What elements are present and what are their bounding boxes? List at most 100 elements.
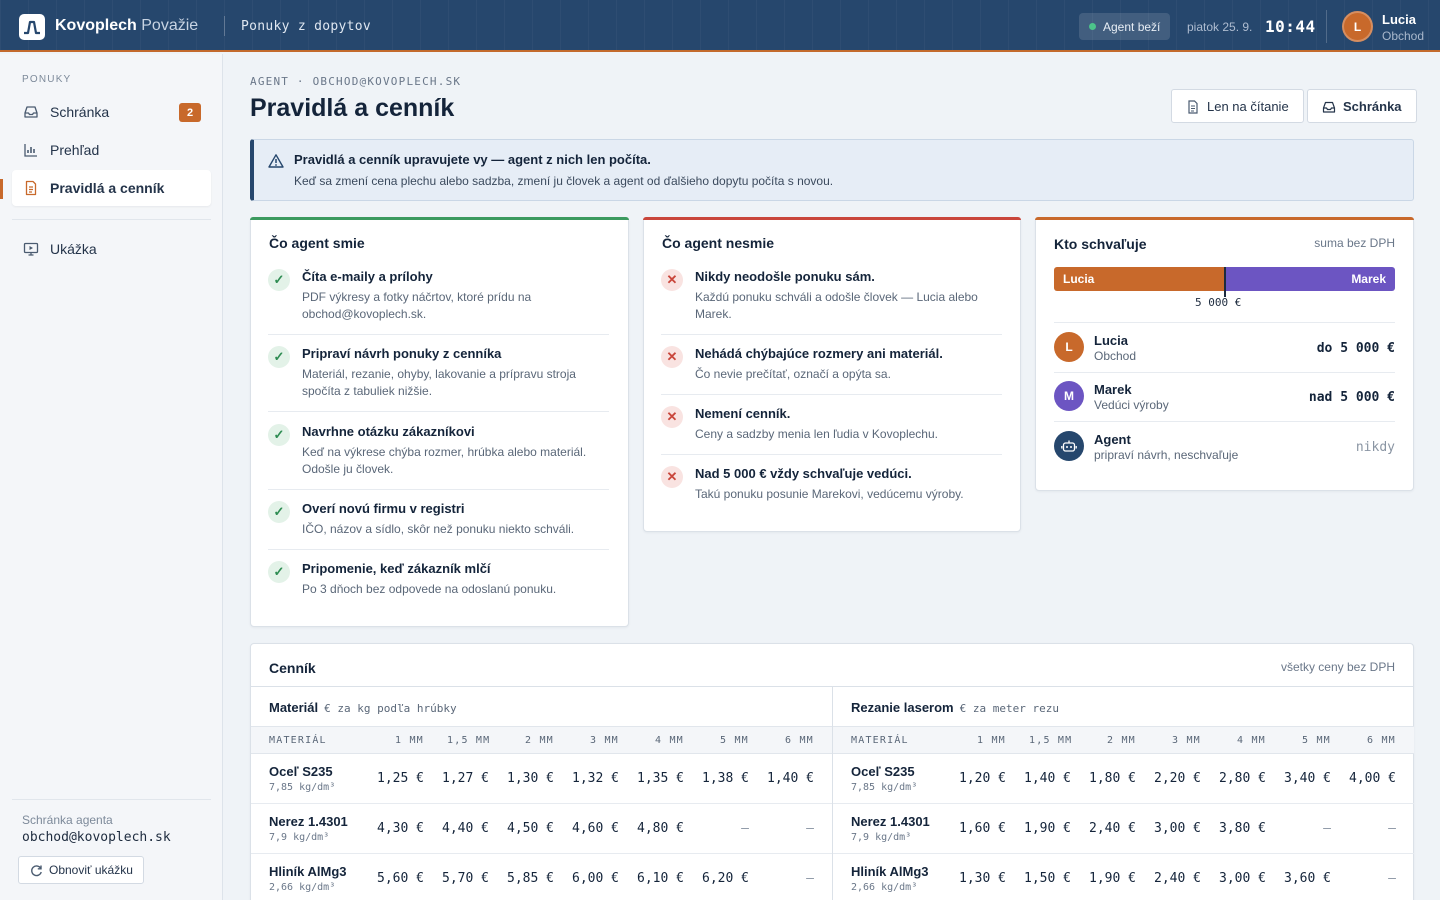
sidebar-item-demo[interactable]: Ukážka bbox=[12, 231, 211, 267]
approver-role: pripraví návrh, neschvaľuje bbox=[1094, 448, 1239, 462]
rule-title: Pripomenie, keď zákazník mlčí bbox=[302, 561, 491, 576]
price-cell: 5,70 € bbox=[442, 871, 489, 886]
approver-limit: nikdy bbox=[1355, 440, 1395, 455]
status-dot-icon bbox=[1089, 23, 1096, 30]
chart-icon bbox=[23, 142, 39, 158]
notice-text: Keď sa zmení cena plechu alebo sadzba, z… bbox=[294, 174, 834, 188]
divider bbox=[268, 489, 609, 490]
sidebar-item-label: Ukážka bbox=[50, 241, 97, 257]
price-cell: 1,30 € bbox=[959, 871, 1006, 886]
cross-icon: ✕ bbox=[661, 346, 683, 368]
sidebar-item-label: Schránka bbox=[50, 104, 110, 120]
user-name[interactable]: Lucia bbox=[1382, 12, 1416, 27]
approver-name: Marek bbox=[1094, 382, 1132, 397]
readonly-label: Len na čítanie bbox=[1207, 98, 1289, 114]
column-header: 3 MM bbox=[590, 735, 619, 746]
active-indicator bbox=[0, 179, 3, 199]
column-header: 6 MM bbox=[1367, 735, 1396, 746]
approval-bar-marek: Marek bbox=[1226, 267, 1395, 291]
approver-row: L Lucia Obchod do 5 000 € bbox=[1054, 324, 1395, 372]
top-bar: Kovoplech Považie Ponuky z dopytov Agent… bbox=[0, 0, 1440, 52]
material-density: 7,9 kg/dm³ bbox=[851, 832, 912, 843]
breadcrumb: AGENT · OBCHOD@KOVOPLECH.SK bbox=[250, 75, 462, 88]
material-name: Hliník AlMg3 bbox=[269, 864, 347, 879]
reset-demo-label: Obnoviť ukážku bbox=[49, 863, 133, 877]
column-header: 5 MM bbox=[720, 735, 749, 746]
material-density: 2,66 kg/dm³ bbox=[269, 882, 336, 893]
column-header: 4 MM bbox=[1237, 735, 1266, 746]
cross-icon: ✕ bbox=[661, 466, 683, 488]
price-cell: 2,40 € bbox=[1089, 821, 1136, 836]
price-cell: 3,80 € bbox=[1219, 821, 1266, 836]
table-row: Nerez 1.4301 7,9 kg/dm³ 4,30 € 4,40 € 4,50 €… bbox=[251, 804, 832, 854]
price-cell: — bbox=[1388, 871, 1396, 886]
column-header: 2 MM bbox=[1107, 735, 1136, 746]
agent-status-badge[interactable]: Agent beží bbox=[1079, 13, 1171, 40]
check-icon: ✓ bbox=[268, 501, 290, 523]
mailbox-label: Schránka agenta bbox=[22, 813, 113, 827]
card-accent bbox=[1035, 217, 1414, 220]
price-cell: 1,27 € bbox=[442, 771, 489, 786]
column-header: MATERIÁL bbox=[269, 735, 327, 746]
divider bbox=[661, 454, 1002, 455]
price-cell: — bbox=[806, 871, 814, 886]
price-cell: 1,40 € bbox=[1024, 771, 1071, 786]
price-cell: 6,20 € bbox=[702, 871, 749, 886]
price-cell: 4,00 € bbox=[1349, 771, 1396, 786]
card-title: Kto schvaľuje bbox=[1054, 236, 1147, 252]
rule-title: Číta e-maily a prílohy bbox=[302, 269, 433, 284]
logo-icon[interactable] bbox=[19, 14, 45, 40]
inbox-button[interactable]: Schránka bbox=[1307, 89, 1417, 123]
app-title: Ponuky z dopytov bbox=[241, 19, 372, 34]
price-cell: 1,90 € bbox=[1024, 821, 1071, 836]
check-icon: ✓ bbox=[268, 269, 290, 291]
material-density: 7,85 kg/dm³ bbox=[851, 782, 918, 793]
divider bbox=[12, 799, 211, 800]
readonly-button[interactable]: Len na čítanie bbox=[1171, 89, 1304, 123]
sidebar-item-inbox[interactable]: Schránka 2 bbox=[12, 94, 211, 130]
material-name: Hliník AlMg3 bbox=[851, 864, 929, 879]
table-title-text: Materiál bbox=[269, 700, 319, 715]
divider bbox=[224, 16, 225, 36]
divider bbox=[661, 394, 1002, 395]
price-cell: 3,40 € bbox=[1284, 771, 1331, 786]
price-cell: 1,32 € bbox=[572, 771, 619, 786]
clock: 10:44 bbox=[1265, 17, 1316, 36]
price-cell: 4,80 € bbox=[637, 821, 684, 836]
divider bbox=[1326, 10, 1327, 43]
table-unit: € za kg podľa hrúbky bbox=[324, 702, 457, 715]
brand-suffix: Považie bbox=[141, 17, 199, 34]
price-cell: 5,85 € bbox=[507, 871, 554, 886]
approver-limit: nad 5 000 € bbox=[1308, 390, 1395, 405]
column-header: 1 MM bbox=[977, 735, 1006, 746]
material-density: 2,66 kg/dm³ bbox=[851, 882, 918, 893]
divider bbox=[12, 219, 211, 220]
user-avatar[interactable]: L bbox=[1342, 11, 1373, 42]
sidebar-item-label: Prehľad bbox=[50, 142, 100, 158]
notice-title: Pravidlá a cenník upravujete vy — agent … bbox=[294, 152, 651, 167]
mailbox-address: obchod@kovoplech.sk bbox=[22, 830, 171, 845]
inbox-icon bbox=[1322, 100, 1336, 114]
column-header: 1,5 MM bbox=[1029, 735, 1073, 746]
rule-description: Čo nevie prečítať, označí a opýta sa. bbox=[695, 367, 891, 381]
card-accent bbox=[643, 217, 1021, 220]
column-header: 6 MM bbox=[785, 735, 814, 746]
threshold-label: 5 000 € bbox=[1195, 296, 1242, 309]
column-header: MATERIÁL bbox=[851, 735, 909, 746]
rule-description: Keď na výkrese chýba rozmer, hrúbka aleb… bbox=[302, 445, 587, 476]
refresh-icon bbox=[30, 864, 43, 877]
price-cell: 5,60 € bbox=[377, 871, 424, 886]
column-header: 5 MM bbox=[1302, 735, 1331, 746]
reset-demo-button[interactable]: Obnoviť ukážku bbox=[18, 856, 144, 884]
rule-description: Každú ponuku schváli a odošle človek — L… bbox=[695, 290, 978, 321]
table-row: Oceľ S235 7,85 kg/dm³ 1,20 € 1,40 € 1,80 € 2,… bbox=[833, 754, 1414, 804]
rule-title: Pripraví návrh ponuky z cenníka bbox=[302, 346, 502, 361]
brand[interactable]: Kovoplech Považie bbox=[55, 17, 198, 35]
card-accent bbox=[250, 217, 629, 220]
sidebar-item-overview[interactable]: Prehľad bbox=[12, 132, 211, 168]
table-title: Rezanie laserom € za meter rezu bbox=[851, 700, 1059, 715]
rule-title: Nikdy neodošle ponuku sám. bbox=[695, 269, 875, 284]
sidebar-item-rules[interactable]: Pravidlá a cenník bbox=[12, 170, 211, 206]
price-cell: — bbox=[806, 821, 814, 836]
column-header: 2 MM bbox=[525, 735, 554, 746]
